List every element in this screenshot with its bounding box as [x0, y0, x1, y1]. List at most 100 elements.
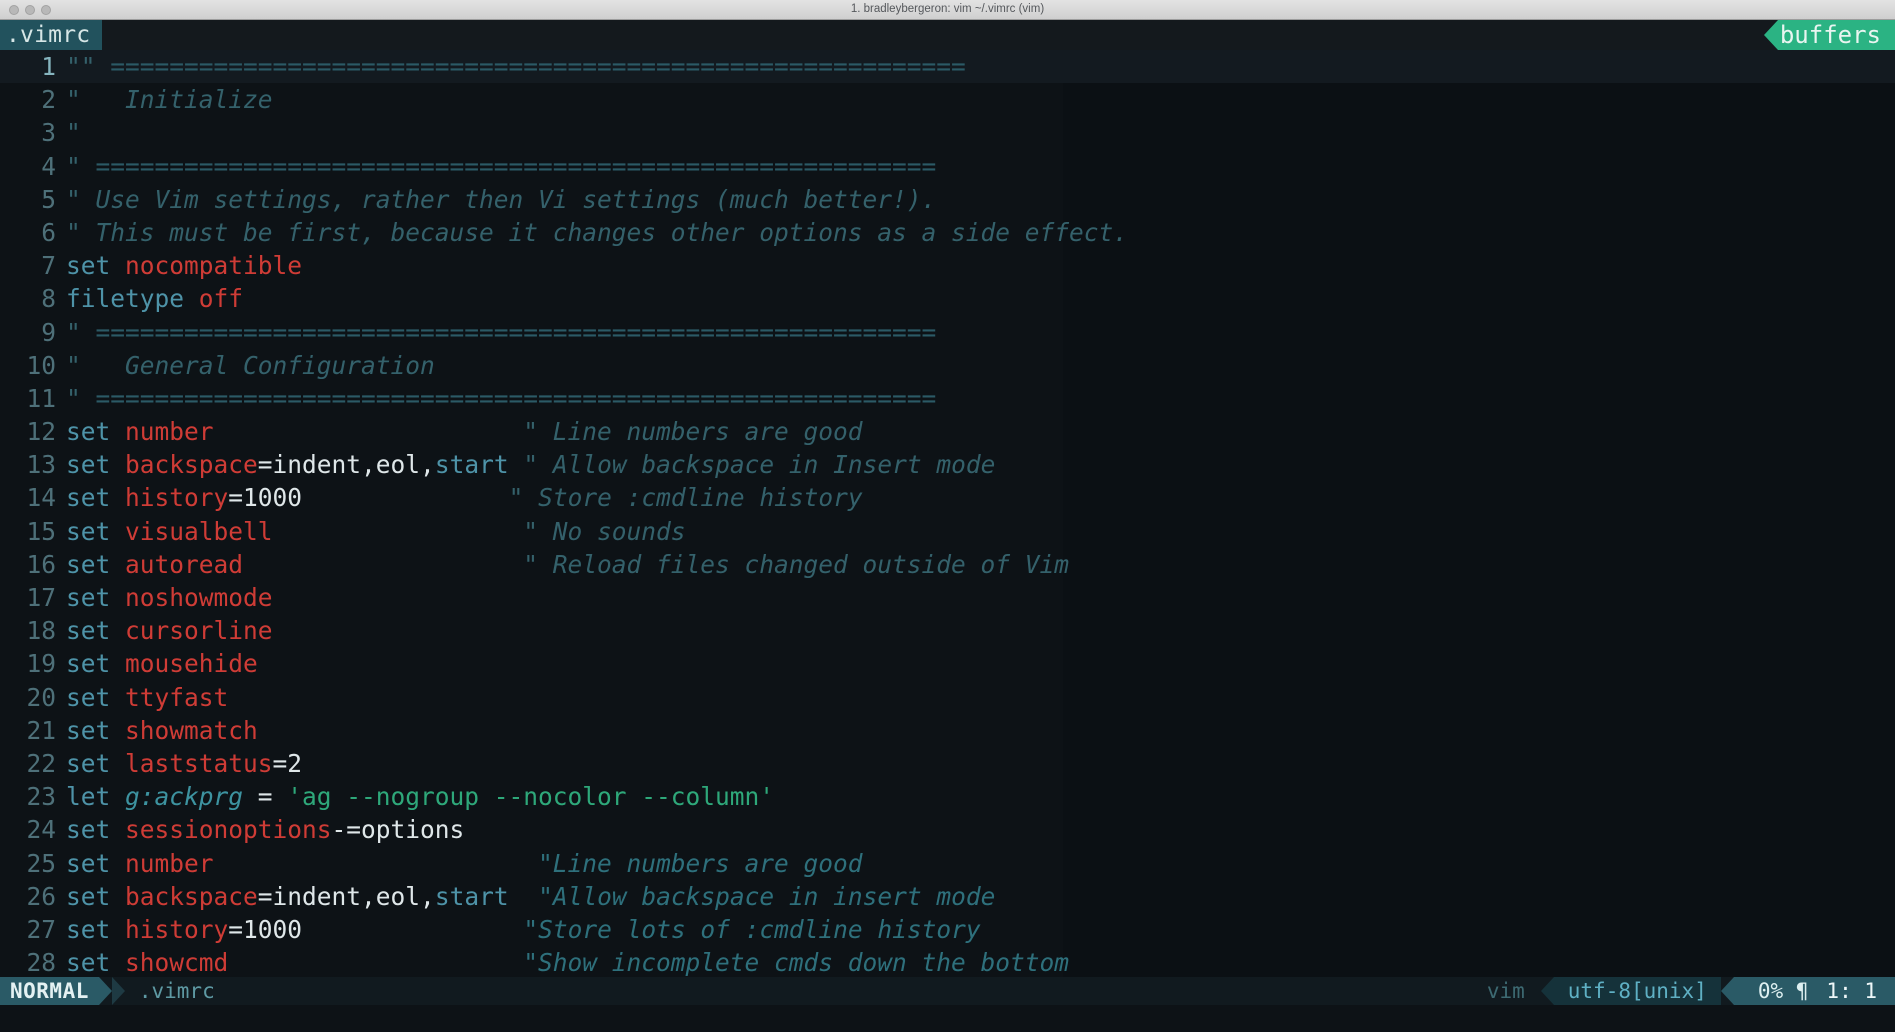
line-number: 18: [0, 614, 66, 647]
code-token: backspace: [125, 450, 258, 479]
tab-vimrc[interactable]: .vimrc: [0, 20, 102, 50]
code-token: noshowmode: [125, 583, 273, 612]
code-line[interactable]: 6" This must be first, because it change…: [0, 216, 1895, 249]
code-line[interactable]: 17set noshowmode: [0, 581, 1895, 614]
code-token: "Allow backspace in insert mode: [538, 882, 995, 911]
code-token: set: [66, 716, 125, 745]
code-token: set: [66, 417, 125, 446]
code-token: [243, 550, 523, 579]
line-number: 3: [0, 116, 66, 149]
code-line[interactable]: 8filetype off: [0, 282, 1895, 315]
line-number: 12: [0, 415, 66, 448]
buffers-arrow-icon: [1764, 20, 1778, 50]
vim-terminal-window: 1. bradleybergeron: vim ~/.vimrc (vim) .…: [0, 0, 1895, 1032]
code-token: =: [228, 915, 243, 944]
line-number: 23: [0, 780, 66, 813]
code-token: indent,eol,: [273, 882, 435, 911]
code-line[interactable]: 4" =====================================…: [0, 150, 1895, 183]
vim-command-line[interactable]: [0, 1005, 1895, 1032]
code-token: start: [435, 882, 509, 911]
code-token: cursorline: [125, 616, 273, 645]
code-line[interactable]: 21set showmatch: [0, 714, 1895, 747]
code-token: filetype: [66, 284, 199, 313]
code-token: set: [66, 483, 125, 512]
line-number: 19: [0, 647, 66, 680]
code-token: " Line numbers are good: [523, 417, 862, 446]
code-line[interactable]: 18set cursorline: [0, 614, 1895, 647]
code-line[interactable]: 25set number "Line numbers are good: [0, 847, 1895, 880]
code-token: "": [66, 52, 110, 81]
line-number: 22: [0, 747, 66, 780]
code-token: set: [66, 948, 125, 977]
code-token: ": [66, 318, 96, 347]
window-title: 1. bradleybergeron: vim ~/.vimrc (vim): [0, 0, 1895, 20]
status-position: 1: 1: [1820, 977, 1895, 1005]
status-spacer: [225, 977, 1471, 1005]
line-number: 25: [0, 847, 66, 880]
code-line[interactable]: 11" ====================================…: [0, 382, 1895, 415]
editor-area[interactable]: 1"" ====================================…: [0, 50, 1895, 977]
line-number: 4: [0, 150, 66, 183]
code-line[interactable]: 13set backspace=indent,eol,start " Allow…: [0, 448, 1895, 481]
status-filetype: vim: [1471, 977, 1541, 1005]
code-token: "Store lots of :cmdline history: [523, 915, 980, 944]
code-token: set: [66, 649, 125, 678]
line-number: 14: [0, 481, 66, 514]
code-token: ========================================…: [96, 318, 937, 347]
code-line[interactable]: 1"" ====================================…: [0, 50, 1895, 83]
code-token: 'ag --nogroup --nocolor --column': [287, 782, 774, 811]
code-line[interactable]: 16set autoread " Reload files changed ou…: [0, 548, 1895, 581]
line-number: 6: [0, 216, 66, 249]
code-line[interactable]: 10" General Configuration: [0, 349, 1895, 382]
code-line[interactable]: 22set laststatus=2: [0, 747, 1895, 780]
code-line[interactable]: 3": [0, 116, 1895, 149]
code-token: ========================================…: [96, 152, 937, 181]
code-token: set: [66, 882, 125, 911]
status-filename: .vimrc: [125, 977, 225, 1005]
line-number: 11: [0, 382, 66, 415]
code-line[interactable]: 20set ttyfast: [0, 681, 1895, 714]
code-line[interactable]: 24set sessionoptions-=options: [0, 813, 1895, 846]
code-line[interactable]: 28set showcmd "Show incomplete cmds down…: [0, 946, 1895, 977]
buffers-tab[interactable]: buffers: [1764, 20, 1895, 50]
code-token: set: [66, 517, 125, 546]
code-token: start: [435, 450, 509, 479]
code-line[interactable]: 15set visualbell " No sounds: [0, 515, 1895, 548]
window-titlebar: 1. bradleybergeron: vim ~/.vimrc (vim): [0, 0, 1895, 20]
code-token: " Initialize: [66, 85, 273, 114]
code-line[interactable]: 9" =====================================…: [0, 316, 1895, 349]
code-token: showcmd: [125, 948, 228, 977]
line-number: 21: [0, 714, 66, 747]
code-token: off: [199, 284, 243, 313]
code-token: =: [273, 749, 288, 778]
code-line[interactable]: 23let g:ackprg = 'ag --nogroup --nocolor…: [0, 780, 1895, 813]
line-number: 24: [0, 813, 66, 846]
code-line[interactable]: 26set backspace=indent,eol,start "Allow …: [0, 880, 1895, 913]
code-line[interactable]: 19set mousehide: [0, 647, 1895, 680]
line-number: 5: [0, 183, 66, 216]
line-number: 26: [0, 880, 66, 913]
code-token: [302, 483, 509, 512]
code-token: autoread: [125, 550, 243, 579]
code-token: =: [258, 882, 273, 911]
line-number: 8: [0, 282, 66, 315]
code-token: ========================================…: [110, 52, 966, 81]
code-lines: 1"" ====================================…: [0, 50, 1895, 977]
code-token: sessionoptions: [125, 815, 332, 844]
code-token: set: [66, 550, 125, 579]
vim-statusline: NORMAL .vimrc vim utf-8[unix] 0% ¶ 1: 1: [0, 977, 1895, 1005]
vim-tabline: .vimrc buffers: [0, 20, 1895, 50]
code-line[interactable]: 14set history=1000 " Store :cmdline hist…: [0, 481, 1895, 514]
code-token: ": [66, 384, 96, 413]
code-line[interactable]: 5" Use Vim settings, rather then Vi sett…: [0, 183, 1895, 216]
code-token: let: [66, 782, 125, 811]
code-line[interactable]: 2" Initialize: [0, 83, 1895, 116]
code-token: set: [66, 616, 125, 645]
code-line[interactable]: 7set nocompatible: [0, 249, 1895, 282]
code-line[interactable]: 27set history=1000 "Store lots of :cmdli…: [0, 913, 1895, 946]
code-token: set: [66, 583, 125, 612]
code-token: ========================================…: [96, 384, 937, 413]
code-token: " Use Vim settings, rather then Vi setti…: [66, 185, 936, 214]
code-line[interactable]: 12set number " Line numbers are good: [0, 415, 1895, 448]
line-number: 9: [0, 316, 66, 349]
